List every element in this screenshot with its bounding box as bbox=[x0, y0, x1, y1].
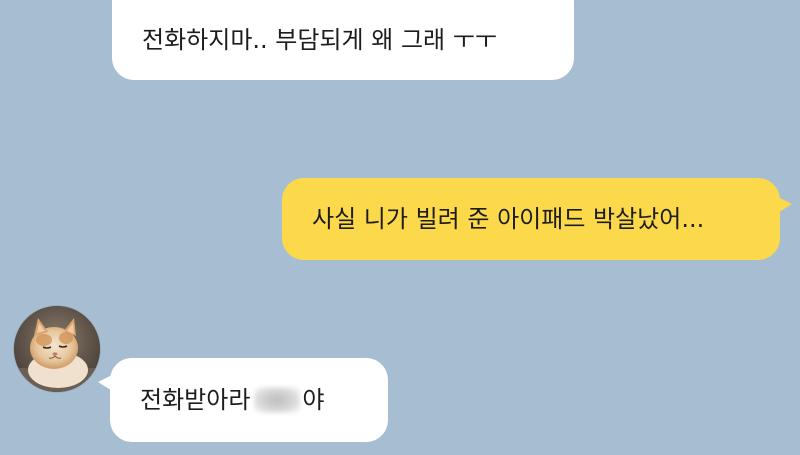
blurred-name bbox=[254, 387, 301, 413]
message-text: 전화하지마.. 부담되게 왜 그래 ㅜㅜ bbox=[142, 26, 497, 54]
message-text-end: 야 bbox=[302, 386, 325, 414]
cat-avatar-image bbox=[14, 306, 100, 392]
message-text-start: 전화받아라 bbox=[140, 386, 251, 414]
outgoing-message-bubble[interactable]: 사실 니가 빌려 준 아이패드 박살났어... bbox=[282, 178, 792, 260]
incoming-message-bubble[interactable]: 전화받아라 야 bbox=[98, 358, 388, 442]
incoming-message-bubble[interactable]: 전화하지마.. 부담되게 왜 그래 ㅜㅜ bbox=[112, 0, 574, 80]
message-text: 사실 니가 빌려 준 아이패드 박살났어... bbox=[312, 205, 705, 233]
chat-area: 전화하지마.. 부담되게 왜 그래 ㅜㅜ 사실 니가 빌려 준 아이패드 박살났… bbox=[0, 0, 800, 455]
cat-avatar-icon[interactable] bbox=[14, 306, 100, 392]
